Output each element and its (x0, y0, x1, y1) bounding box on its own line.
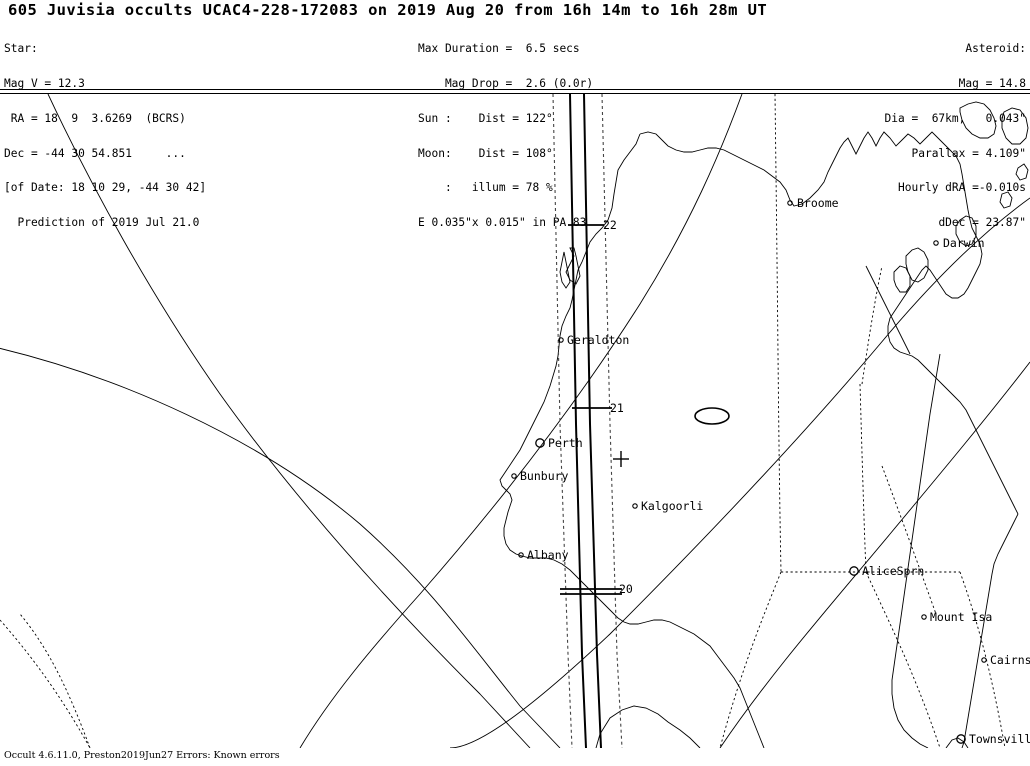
occultation-prediction-page: 605 Juvisia occults UCAC4-228-172083 on … (0, 0, 1030, 766)
max-duration: Max Duration = 6.5 secs (418, 42, 580, 56)
city-marker-bunbury[interactable]: Bunbury (511, 469, 569, 483)
city-marker-kalgoorli[interactable]: Kalgoorli (632, 499, 704, 513)
city-label: Kalgoorli (641, 499, 703, 513)
city-label: Broome (797, 196, 839, 210)
city-marker-alicesprn[interactable]: AliceSprn (849, 564, 925, 578)
city-marker-broome[interactable]: Broome (787, 196, 839, 210)
state-border-sa-qld (865, 571, 941, 748)
city-label: AliceSprn (862, 564, 924, 578)
city-layer: Broome Darwin Geraldton Perth Bunbury Kalgoor… (511, 196, 1030, 746)
header-divider-thick (0, 89, 1030, 90)
city-dot (632, 503, 638, 509)
coastline-timor-islands (959, 101, 997, 139)
time-tick-label-22: 22 (603, 218, 617, 232)
state-border-sa-wa (719, 571, 782, 748)
city-dot (981, 657, 987, 663)
city-label: Geraldton (567, 333, 629, 347)
city-label: Albany (527, 548, 569, 562)
coastline-wa-main (499, 133, 765, 748)
asteroid-heading: Asteroid: (965, 42, 1026, 56)
city-marker-albany[interactable]: Albany (518, 548, 569, 562)
city-label: Darwin (943, 236, 985, 250)
city-marker-cairns[interactable]: Cairns (981, 653, 1030, 667)
terminator-curve-far-east (719, 361, 1030, 748)
time-tick-label-21: 21 (610, 401, 624, 415)
city-marker-townsville[interactable]: Townsvill (956, 732, 1030, 746)
city-marker-darwin[interactable]: Darwin (933, 236, 985, 250)
coastline-island-north-a (1001, 107, 1029, 145)
track-limit-north (569, 94, 587, 748)
city-marker-mountisa[interactable]: Mount Isa (921, 610, 993, 624)
coastline-queensland-east (961, 513, 1019, 748)
mag-drop: Mag Drop = 2.6 (0.0r) (418, 76, 594, 90)
coastline-island-small-1 (999, 191, 1013, 209)
city-label: Bunbury (520, 469, 569, 483)
city-dot (849, 566, 859, 576)
track-error-limit-east (601, 94, 623, 748)
state-border-wa-nt (774, 94, 782, 573)
city-marker-geraldton[interactable]: Geraldton (558, 333, 630, 347)
map-svg: Broome Darwin Geraldton Perth Bunbury Kalgoor… (0, 94, 1030, 748)
coastline-island-small-2 (1015, 163, 1029, 181)
coastline-western-australia (595, 705, 701, 748)
header-panel: 605 Juvisia occults UCAC4-228-172083 on … (0, 0, 1030, 228)
asteroid-magnitude: Mag = 14.8 (958, 76, 1026, 90)
lake-outline (694, 407, 730, 425)
state-border-lower-left-dotted-2 (19, 613, 91, 748)
map-canvas[interactable]: Broome Darwin Geraldton Perth Bunbury Kalgoor… (0, 94, 1030, 748)
city-dot (511, 473, 517, 479)
city-dot (921, 614, 927, 620)
coastline-shark-bay-peninsula (559, 251, 571, 289)
track-error-limit-west (552, 94, 573, 748)
city-dot (933, 240, 939, 246)
time-tick-label-layer: 22 21 20 (603, 218, 633, 596)
star-heading: Star: (4, 42, 38, 56)
city-label: Mount Isa (930, 610, 992, 624)
city-label: Perth (548, 436, 583, 450)
coastline-wa-north (639, 131, 1019, 515)
page-title: 605 Juvisia occults UCAC4-228-172083 on … (8, 1, 768, 19)
star-magnitude: Mag V = 12.3 (4, 76, 85, 90)
state-border-nt-qld (859, 383, 867, 573)
time-tick-label-20: 20 (619, 582, 633, 596)
state-border-nt-qld-north (861, 265, 883, 385)
terminator-curve-northwest (47, 94, 531, 748)
city-label: Townsvill (969, 732, 1030, 746)
city-label: Cairns (990, 653, 1030, 667)
footer-credit: Occult 4.6.11.0, Preston2019Jun27 Errors… (4, 750, 280, 761)
terminator-curve-southwest (0, 347, 561, 748)
coastline-gulf-carpentaria (865, 265, 911, 355)
coastline-queensland-cape (891, 353, 941, 748)
state-border-lower-left-dotted (0, 619, 91, 748)
city-dot (956, 734, 966, 744)
terminator-curve-northeast (299, 94, 743, 748)
